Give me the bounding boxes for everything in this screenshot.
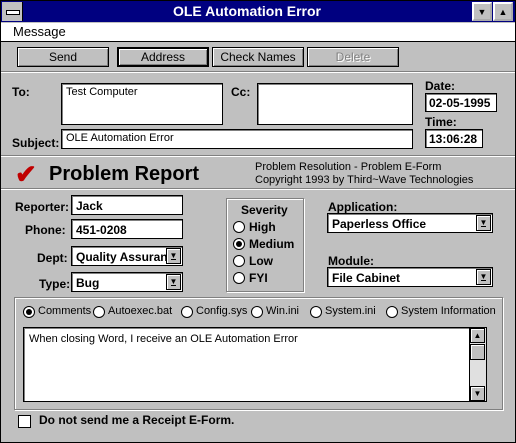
form-info-line1: Problem Resolution - Problem E-Form <box>255 161 442 173</box>
form-info: Problem Resolution - Problem E-Form Copy… <box>255 161 473 187</box>
dept-value: Quality Assuran <box>76 250 168 264</box>
severity-low-label: Low <box>249 254 273 268</box>
delete-button[interactable]: Delete <box>307 47 399 67</box>
comments-textarea[interactable]: When closing Word, I receive an OLE Auto… <box>23 327 487 402</box>
subject-label: Subject: <box>12 136 60 150</box>
date-field[interactable]: 02-05-1995 <box>425 93 497 112</box>
module-value: File Cabinet <box>332 271 401 285</box>
time-label: Time: <box>425 115 457 129</box>
scroll-thumb[interactable] <box>470 344 485 360</box>
window-title: OLE Automation Error <box>172 3 322 19</box>
receipt-checkbox[interactable] <box>18 415 31 428</box>
application-combo[interactable]: Paperless Office ▼ <box>327 213 493 233</box>
title-bar[interactable]: OLE Automation Error ▼ ▲ <box>1 1 515 22</box>
reporter-label: Reporter: <box>15 200 70 214</box>
minimize-icon: ▼ <box>477 7 487 17</box>
chevron-down-icon[interactable]: ▼ <box>476 215 491 231</box>
chevron-down-icon[interactable]: ▼ <box>166 274 181 290</box>
severity-fyi-label: FYI <box>249 271 268 285</box>
tab-config-radio[interactable] <box>181 306 193 318</box>
tab-winini-label: Win.ini <box>266 305 300 317</box>
minimize-button[interactable]: ▼ <box>472 2 492 21</box>
scroll-down-icon[interactable]: ▼ <box>470 386 485 401</box>
tab-systemini-radio[interactable] <box>310 306 322 318</box>
address-button-label: Address <box>140 50 186 64</box>
type-combo[interactable]: Bug ▼ <box>71 272 183 292</box>
phone-field[interactable]: 451-0208 <box>71 219 183 239</box>
module-label: Module: <box>328 254 374 268</box>
comments-text: When closing Word, I receive an OLE Auto… <box>29 333 298 345</box>
tab-autoexec-radio[interactable] <box>93 306 105 318</box>
tab-autoexec-label: Autoexec.bat <box>108 305 173 317</box>
application-label: Application: <box>328 200 398 214</box>
phone-label: Phone: <box>25 223 66 237</box>
type-label: Type: <box>39 277 71 291</box>
form-info-line2: Copyright 1993 by Third~Wave Technologie… <box>255 174 474 186</box>
address-button[interactable]: Address <box>117 47 209 67</box>
send-button[interactable]: Send <box>17 47 109 67</box>
check-names-button-label: Check Names <box>220 50 296 64</box>
date-label: Date: <box>425 79 456 93</box>
cc-field[interactable] <box>257 83 413 125</box>
reporter-field[interactable]: Jack <box>71 195 183 215</box>
severity-medium-radio[interactable] <box>233 238 245 250</box>
to-field[interactable]: Test Computer <box>61 83 223 125</box>
time-field[interactable]: 13:06:28 <box>425 129 483 148</box>
tab-config-label: Config.sys <box>196 305 248 317</box>
tab-system-information-label: System Information <box>401 305 496 317</box>
severity-high-label: High <box>249 220 276 234</box>
chevron-down-icon[interactable]: ▼ <box>166 248 181 264</box>
dept-label: Dept: <box>37 251 68 265</box>
separator <box>1 188 515 190</box>
dept-combo[interactable]: Quality Assuran ▼ <box>71 246 183 266</box>
app-window: OLE Automation Error ▼ ▲ Message Send Ad… <box>0 0 516 443</box>
chevron-down-icon[interactable]: ▼ <box>476 269 491 285</box>
severity-title: Severity <box>241 203 288 217</box>
checkmark-icon: ✔ <box>15 159 37 189</box>
comments-scrollbar[interactable]: ▲ ▼ <box>469 328 486 401</box>
check-names-button[interactable]: Check Names <box>212 47 304 67</box>
separator <box>1 155 515 157</box>
menu-message[interactable]: Message <box>13 24 66 39</box>
application-value: Paperless Office <box>332 217 427 231</box>
form-title: Problem Report <box>49 163 200 185</box>
cc-label: Cc: <box>231 85 251 99</box>
menu-bar: Message <box>1 23 515 42</box>
to-label: To: <box>12 85 30 99</box>
system-menu-icon[interactable] <box>2 2 23 21</box>
tab-winini-radio[interactable] <box>251 306 263 318</box>
tab-systemini-label: System.ini <box>325 305 376 317</box>
severity-low-radio[interactable] <box>233 255 245 267</box>
subject-field[interactable]: OLE Automation Error <box>61 129 413 149</box>
module-combo[interactable]: File Cabinet ▼ <box>327 267 493 287</box>
severity-medium-label: Medium <box>249 237 295 251</box>
send-button-label: Send <box>48 50 78 64</box>
tab-system-information-radio[interactable] <box>386 306 398 318</box>
severity-fyi-radio[interactable] <box>233 272 245 284</box>
severity-high-radio[interactable] <box>233 221 245 233</box>
separator <box>1 71 515 73</box>
maximize-icon: ▲ <box>498 7 508 17</box>
tab-comments-label: Comments <box>38 305 92 317</box>
maximize-button[interactable]: ▲ <box>493 2 513 21</box>
receipt-label: Do not send me a Receipt E-Form. <box>39 413 235 427</box>
tab-comments-radio[interactable] <box>23 306 35 318</box>
scroll-up-icon[interactable]: ▲ <box>470 328 485 343</box>
delete-button-label: Delete <box>335 50 371 64</box>
type-value: Bug <box>76 276 100 290</box>
